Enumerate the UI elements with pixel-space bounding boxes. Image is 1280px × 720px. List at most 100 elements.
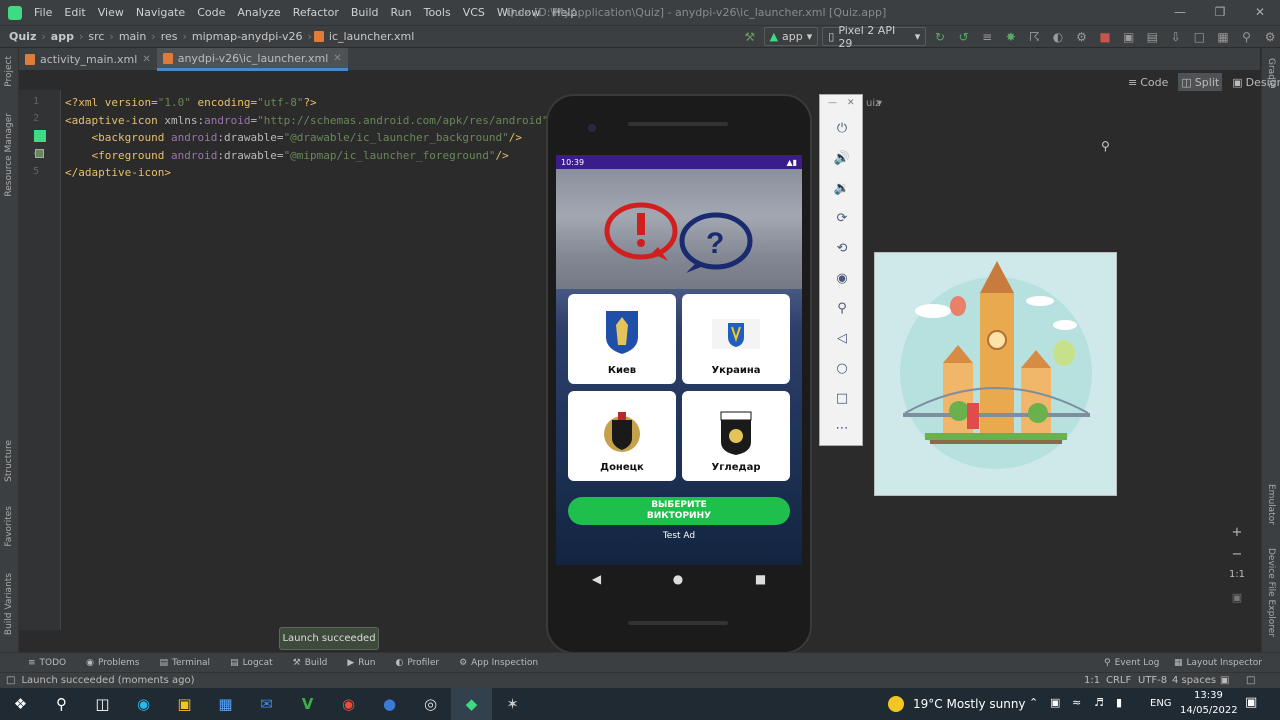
emulator-tool-tab[interactable]: Emulator <box>1266 484 1276 525</box>
menu-vcs[interactable]: VCS <box>457 6 491 19</box>
project-tool-tab[interactable]: Project <box>4 56 14 87</box>
layout-inspector-tool[interactable]: ▦ Layout Inspector <box>1164 658 1272 668</box>
device-select[interactable]: ▯ Pixel 2 API 29 ▾ <box>822 24 927 50</box>
background-color-swatch-icon[interactable] <box>34 130 46 142</box>
app-icon[interactable]: ● <box>369 688 410 720</box>
notifications-icon[interactable]: ▣ <box>1245 695 1257 710</box>
resource-manager-tool-tab[interactable]: Resource Manager <box>4 113 14 197</box>
rotate-right-icon[interactable]: ⟲ <box>820 241 864 256</box>
coverage-icon[interactable]: ⚙ <box>1072 27 1092 47</box>
close-tab-icon[interactable]: ✕ <box>333 53 341 64</box>
design-view-button[interactable]: ▣ Design <box>1232 73 1280 91</box>
sync-project-icon[interactable]: ▣ <box>1119 27 1139 47</box>
power-icon[interactable]: ⏻ <box>820 121 864 136</box>
mail-icon[interactable]: ✉ <box>246 688 287 720</box>
tab-ic-launcher[interactable]: anydpi-v26\ic_launcher.xml ✕ <box>156 48 348 71</box>
menu-analyze[interactable]: Analyze <box>231 6 286 19</box>
stop-icon[interactable]: ■ <box>1095 27 1115 47</box>
volume-icon[interactable]: ♬ <box>1094 696 1104 709</box>
tray-chevron-icon[interactable]: ⌃ <box>1029 696 1038 709</box>
apply-changes-icon[interactable]: ↺ <box>954 27 974 47</box>
store-icon[interactable]: ▦ <box>205 688 246 720</box>
lock-icon[interactable]: ▣ <box>1220 675 1229 686</box>
quiz-card-ugledar[interactable]: УГЛЕДАР Угледар <box>682 391 790 481</box>
avd-icon[interactable]: □ <box>1190 27 1210 47</box>
language-indicator[interactable]: ENG <box>1150 698 1172 709</box>
minimize-icon[interactable]: — <box>1160 0 1200 25</box>
edge-icon[interactable]: ◉ <box>123 688 164 720</box>
emulator-close-icon[interactable]: ✕ <box>847 98 855 108</box>
build-tool[interactable]: ⚒ Build <box>283 658 338 668</box>
logcat-tool[interactable]: ▤ Logcat <box>220 658 283 668</box>
breadcrumb-item[interactable]: src <box>85 30 107 43</box>
clock-date[interactable]: 14/05/2022 <box>1180 705 1238 716</box>
android-studio-icon[interactable]: ◆ <box>451 688 492 720</box>
weather-text[interactable]: 19°C Mostly sunny <box>913 697 1026 711</box>
apply-code-icon[interactable]: ≡ <box>977 27 997 47</box>
menu-build[interactable]: Build <box>345 6 385 19</box>
emulator-minimize-icon[interactable]: — <box>828 98 837 108</box>
quiz-card-kiev[interactable]: Киев <box>568 294 676 384</box>
code-line[interactable]: <adaptive-icon xmlns:android="http://sch… <box>65 114 548 127</box>
zoom-icon[interactable]: ⚲ <box>820 301 864 316</box>
hammer-icon[interactable]: ⚒ <box>740 27 760 47</box>
terminal-tool[interactable]: ▤ Terminal <box>150 658 221 668</box>
breadcrumb-item[interactable]: ic_launcher.xml <box>326 30 417 43</box>
choose-quiz-button[interactable]: ВЫБЕРИТЕ ВИКТОРИНУ <box>568 497 790 525</box>
debug-icon[interactable]: ✸ <box>1001 27 1021 47</box>
search-icon[interactable]: ⚲ <box>1237 27 1257 47</box>
network-icon[interactable]: ▣ <box>1050 696 1060 709</box>
recents-icon[interactable]: ■ <box>755 572 766 586</box>
app-inspection-tool[interactable]: ⚙ App Inspection <box>449 658 548 668</box>
more-icon[interactable]: ⋯ <box>820 421 864 436</box>
home-icon[interactable]: ○ <box>820 361 864 376</box>
zoom-actual-size-button[interactable]: 1:1 <box>1224 569 1250 591</box>
windows-start-icon[interactable]: ❖ <box>0 688 41 720</box>
code-line[interactable]: <foreground android:drawable="@mipmap/ic… <box>65 149 508 162</box>
zoom-in-button[interactable]: + <box>1224 525 1250 547</box>
zoom-fit-icon[interactable]: ▣ <box>1224 591 1250 613</box>
zoom-out-button[interactable]: − <box>1224 547 1250 569</box>
foreground-image-preview-icon[interactable] <box>35 149 44 158</box>
breadcrumb-item[interactable]: res <box>158 30 181 43</box>
rotate-left-icon[interactable]: ⟳ <box>820 211 864 226</box>
code-line[interactable]: <background android:drawable="@drawable/… <box>65 131 522 144</box>
volume-up-icon[interactable]: 🔊 <box>820 151 864 166</box>
volume-down-icon[interactable]: 🔉 <box>820 181 864 196</box>
code-editor[interactable]: <?xml version="1.0" encoding="utf-8"?> <a… <box>62 94 552 634</box>
test-ad-banner[interactable]: Test Ad <box>556 531 802 541</box>
menu-view[interactable]: View <box>92 6 130 19</box>
code-line[interactable]: <?xml version="1.0" encoding="utf-8"?> <box>65 96 317 109</box>
task-view-icon[interactable]: ◫ <box>82 688 123 720</box>
wifi-icon[interactable]: ≈ <box>1072 696 1081 709</box>
split-view-button[interactable]: ◫ Split <box>1178 73 1223 91</box>
pin-icon[interactable]: ⚲ <box>1101 139 1110 153</box>
device-manager-icon[interactable]: ▤ <box>1142 27 1162 47</box>
event-log-tool[interactable]: ⚲ Event Log <box>1094 658 1169 668</box>
todo-tool[interactable]: ≡ TODO <box>0 658 76 668</box>
menu-run[interactable]: Run <box>385 6 418 19</box>
menu-file[interactable]: File <box>28 6 58 19</box>
sdk-manager-icon[interactable]: ⇩ <box>1166 27 1186 47</box>
code-line[interactable]: </adaptive-icon> <box>65 166 171 179</box>
run-tool[interactable]: ▶ Run <box>337 658 385 668</box>
breadcrumb-item[interactable]: Quiz <box>6 30 39 43</box>
close-icon[interactable]: ✕ <box>1240 0 1280 25</box>
layout-inspector-icon[interactable]: ▦ <box>1213 27 1233 47</box>
profile-icon[interactable]: ◐ <box>1048 27 1068 47</box>
problems-tool[interactable]: ◉ Problems <box>76 658 149 668</box>
line-separator[interactable]: CRLF <box>1106 675 1131 686</box>
overview-icon[interactable]: □ <box>820 391 864 406</box>
code-view-button[interactable]: ≡ Code <box>1128 73 1168 91</box>
battery-icon[interactable]: ▮ <box>1116 696 1122 709</box>
obs-icon[interactable]: ◎ <box>410 688 451 720</box>
close-tab-icon[interactable]: ✕ <box>142 54 150 65</box>
status-toggle-icon[interactable]: □ <box>6 675 15 686</box>
file-explorer-icon[interactable]: ▣ <box>164 688 205 720</box>
tab-activity-main[interactable]: activity_main.xml ✕ <box>19 48 157 71</box>
menu-tools[interactable]: Tools <box>418 6 457 19</box>
quiz-card-ukraine[interactable]: Украина <box>682 294 790 384</box>
menu-code[interactable]: Code <box>191 6 231 19</box>
attach-debugger-icon[interactable]: ☈ <box>1025 27 1045 47</box>
caret-position[interactable]: 1:1 <box>1084 675 1100 686</box>
